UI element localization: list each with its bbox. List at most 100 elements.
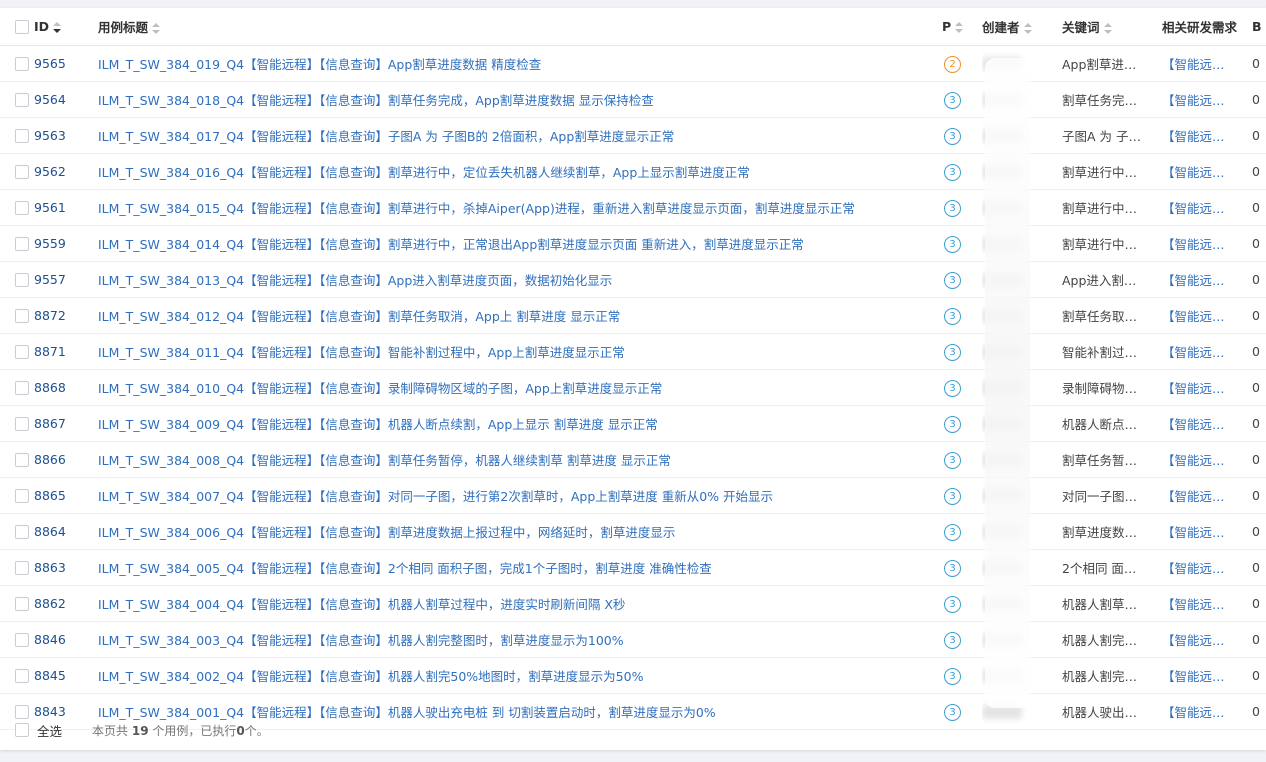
case-title-link[interactable]: ILM_T_SW_384_013_Q4【智能远程】【信息查询】App进入割草进度… <box>98 261 942 298</box>
case-title-link[interactable]: ILM_T_SW_384_015_Q4【智能远程】【信息查询】割草进行中，杀掉A… <box>98 189 942 226</box>
case-title-link[interactable]: ILM_T_SW_384_007_Q4【智能远程】【信息查询】对同一子图，进行第… <box>98 477 942 514</box>
requirement-link[interactable]: 【智能远… <box>1162 333 1252 370</box>
row-checkbox[interactable] <box>15 201 29 216</box>
case-id[interactable]: 8863 <box>34 549 98 586</box>
row-checkbox[interactable] <box>15 345 29 360</box>
select-all-label[interactable]: 全选 <box>37 721 62 740</box>
case-title-link[interactable]: ILM_T_SW_384_012_Q4【智能远程】【信息查询】割草任务取消，Ap… <box>98 297 942 334</box>
requirement-link[interactable]: 【智能远… <box>1162 153 1252 190</box>
sort-icon[interactable] <box>1103 23 1112 34</box>
row-checkbox[interactable] <box>15 669 29 684</box>
column-header-creator[interactable]: 创建者 <box>982 8 1062 46</box>
sort-icon[interactable] <box>152 23 161 34</box>
row-checkbox[interactable] <box>15 597 29 612</box>
case-title-link[interactable]: ILM_T_SW_384_014_Q4【智能远程】【信息查询】割草进行中，正常退… <box>98 225 942 262</box>
requirement-link[interactable]: 【智能远… <box>1162 369 1252 406</box>
row-checkbox[interactable] <box>15 57 29 72</box>
case-title-link[interactable]: ILM_T_SW_384_010_Q4【智能远程】【信息查询】录制障碍物区域的子… <box>98 369 942 406</box>
case-title-link[interactable]: ILM_T_SW_384_005_Q4【智能远程】【信息查询】2个相同 面积子图… <box>98 549 942 586</box>
priority-badge: 3 <box>944 595 961 613</box>
case-id[interactable]: 9562 <box>34 153 98 190</box>
case-id[interactable]: 8865 <box>34 477 98 514</box>
case-id[interactable]: 9559 <box>34 225 98 262</box>
row-checkbox[interactable] <box>15 561 29 576</box>
requirement-link[interactable]: 【智能远… <box>1162 261 1252 298</box>
priority-badge: 2 <box>944 55 961 73</box>
case-id[interactable]: 9557 <box>34 261 98 298</box>
row-checkbox[interactable] <box>15 309 29 324</box>
table-row: 8846 ILM_T_SW_384_003_Q4【智能远程】【信息查询】机器人割完… <box>0 621 1266 658</box>
case-id[interactable]: 8845 <box>34 657 98 694</box>
row-checkbox[interactable] <box>15 417 29 432</box>
sort-icon[interactable] <box>53 22 62 33</box>
case-title-link[interactable]: ILM_T_SW_384_009_Q4【智能远程】【信息查询】机器人断点续割，A… <box>98 405 942 442</box>
row-checkbox[interactable] <box>15 237 29 252</box>
requirement-link[interactable]: 【智能远… <box>1162 297 1252 334</box>
sort-icon[interactable] <box>955 22 964 33</box>
requirement-link[interactable]: 【智能远… <box>1162 657 1252 694</box>
keywords-cell: 割草任务取… <box>1062 297 1162 334</box>
case-title-link[interactable]: ILM_T_SW_384_002_Q4【智能远程】【信息查询】机器人割完50%地… <box>98 657 942 694</box>
priority-badge: 3 <box>944 271 961 289</box>
case-title-link[interactable]: ILM_T_SW_384_011_Q4【智能远程】【信息查询】智能补割过程中，A… <box>98 333 942 370</box>
case-id[interactable]: 8864 <box>34 513 98 550</box>
column-header-priority[interactable]: P <box>942 8 982 46</box>
case-title-link[interactable]: ILM_T_SW_384_019_Q4【智能远程】【信息查询】App割草进度数据… <box>98 45 942 82</box>
case-id[interactable]: 8868 <box>34 369 98 406</box>
table-row: 8868 ILM_T_SW_384_010_Q4【智能远程】【信息查询】录制障碍物… <box>0 369 1266 406</box>
header-select-checkbox[interactable] <box>15 20 29 35</box>
requirement-link[interactable]: 【智能远… <box>1162 405 1252 442</box>
row-checkbox[interactable] <box>15 489 29 504</box>
row-checkbox[interactable] <box>15 633 29 648</box>
column-header-id[interactable]: ID <box>34 8 98 46</box>
requirement-link[interactable]: 【智能远… <box>1162 225 1252 262</box>
requirement-link[interactable]: 【智能远… <box>1162 513 1252 550</box>
row-checkbox[interactable] <box>15 525 29 540</box>
requirement-link[interactable]: 【智能远… <box>1162 117 1252 154</box>
row-checkbox[interactable] <box>15 273 29 288</box>
table-row: 9561 ILM_T_SW_384_015_Q4【智能远程】【信息查询】割草进行中… <box>0 189 1266 226</box>
requirement-link[interactable]: 【智能远… <box>1162 477 1252 514</box>
case-id[interactable]: 8867 <box>34 405 98 442</box>
case-id[interactable]: 8862 <box>34 585 98 622</box>
case-id[interactable]: 9565 <box>34 45 98 82</box>
b-value: 0 <box>1252 549 1266 586</box>
table-footer: 全选 本页共 19 个用例，已执行0个。 <box>0 710 1266 750</box>
case-title-link[interactable]: ILM_T_SW_384_003_Q4【智能远程】【信息查询】机器人割完整图时，… <box>98 621 942 658</box>
row-checkbox[interactable] <box>15 453 29 468</box>
column-header-title[interactable]: 用例标题 <box>98 8 942 46</box>
keywords-cell: 割草进行中… <box>1062 225 1162 262</box>
priority-badge: 3 <box>944 235 961 253</box>
case-id[interactable]: 8846 <box>34 621 98 658</box>
requirement-link[interactable]: 【智能远… <box>1162 621 1252 658</box>
case-title-link[interactable]: ILM_T_SW_384_018_Q4【智能远程】【信息查询】割草任务完成，Ap… <box>98 81 942 118</box>
case-id[interactable]: 8871 <box>34 333 98 370</box>
row-checkbox[interactable] <box>15 165 29 180</box>
row-checkbox[interactable] <box>15 93 29 108</box>
case-title-link[interactable]: ILM_T_SW_384_017_Q4【智能远程】【信息查询】子图A 为 子图B… <box>98 117 942 154</box>
case-title-link[interactable]: ILM_T_SW_384_016_Q4【智能远程】【信息查询】割草进行中，定位丢… <box>98 153 942 190</box>
row-checkbox[interactable] <box>15 129 29 144</box>
select-all-checkbox[interactable] <box>15 723 29 737</box>
case-id[interactable]: 8866 <box>34 441 98 478</box>
case-id[interactable]: 8872 <box>34 297 98 334</box>
case-id[interactable]: 9561 <box>34 189 98 226</box>
column-header-keywords[interactable]: 关键词 <box>1062 8 1162 46</box>
case-id[interactable]: 9564 <box>34 81 98 118</box>
requirement-link[interactable]: 【智能远… <box>1162 585 1252 622</box>
requirement-link[interactable]: 【智能远… <box>1162 549 1252 586</box>
keywords-cell: 对同一子图… <box>1062 477 1162 514</box>
row-checkbox[interactable] <box>15 381 29 396</box>
table-row: 8866 ILM_T_SW_384_008_Q4【智能远程】【信息查询】割草任务暂… <box>0 441 1266 478</box>
keywords-cell: 割草进度数… <box>1062 513 1162 550</box>
table-row: 9563 ILM_T_SW_384_017_Q4【智能远程】【信息查询】子图A 为… <box>0 117 1266 154</box>
requirement-link[interactable]: 【智能远… <box>1162 45 1252 82</box>
case-title-link[interactable]: ILM_T_SW_384_006_Q4【智能远程】【信息查询】割草进度数据上报过… <box>98 513 942 550</box>
requirement-link[interactable]: 【智能远… <box>1162 81 1252 118</box>
requirement-link[interactable]: 【智能远… <box>1162 189 1252 226</box>
sort-icon[interactable] <box>1023 23 1032 34</box>
requirement-link[interactable]: 【智能远… <box>1162 441 1252 478</box>
case-title-link[interactable]: ILM_T_SW_384_004_Q4【智能远程】【信息查询】机器人割草过程中，… <box>98 585 942 622</box>
case-id[interactable]: 9563 <box>34 117 98 154</box>
case-title-link[interactable]: ILM_T_SW_384_008_Q4【智能远程】【信息查询】割草任务暂停，机器… <box>98 441 942 478</box>
